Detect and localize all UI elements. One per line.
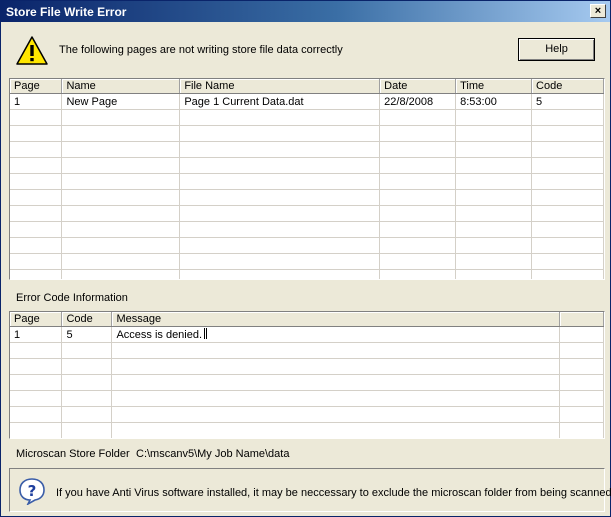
column-header-name[interactable]: Name xyxy=(61,79,181,94)
cell-name[interactable]: New Page xyxy=(61,93,181,110)
empty-row xyxy=(10,374,604,391)
column-header-code[interactable]: Code xyxy=(531,79,604,94)
table-row[interactable]: 1 New Page Page 1 Current Data.dat 22/8/… xyxy=(10,93,604,110)
error-section-label: Error Code Information xyxy=(16,292,128,304)
empty-row xyxy=(10,205,604,222)
empty-row xyxy=(10,125,604,142)
pages-table-header: Page Name File Name Date Time Code xyxy=(10,79,604,94)
cell-code[interactable]: 5 xyxy=(531,93,604,110)
column-header-message[interactable]: Message xyxy=(111,312,561,327)
empty-row xyxy=(10,422,604,438)
store-folder-label: Microscan Store Folder xyxy=(16,448,130,460)
column-header-date[interactable]: Date xyxy=(379,79,457,94)
info-text: If you have Anti Virus software installe… xyxy=(56,487,611,499)
column-header-time[interactable]: Time xyxy=(455,79,533,94)
cell-page[interactable]: 1 xyxy=(10,93,63,110)
close-button[interactable]: × xyxy=(590,4,606,18)
dialog-window: Store File Write Error × The following p… xyxy=(0,0,611,517)
cell-time[interactable]: 8:53:00 xyxy=(455,93,533,110)
column-header-code[interactable]: Code xyxy=(61,312,113,327)
column-header-filler xyxy=(559,312,604,327)
column-header-page[interactable]: Page xyxy=(10,312,63,327)
info-panel: ? If you have Anti Virus software instal… xyxy=(9,468,611,512)
empty-row xyxy=(10,253,604,270)
column-header-page[interactable]: Page xyxy=(10,79,63,94)
column-header-file-name[interactable]: File Name xyxy=(179,79,381,94)
cell-code[interactable]: 5 xyxy=(61,326,113,343)
header-message: The following pages are not writing stor… xyxy=(59,44,343,56)
message-text: Access is denied. xyxy=(116,329,203,341)
cell-file-name[interactable]: Page 1 Current Data.dat xyxy=(179,93,381,110)
svg-text:?: ? xyxy=(28,482,37,500)
text-cursor xyxy=(204,328,206,339)
title-bar[interactable]: Store File Write Error × xyxy=(1,1,610,22)
question-icon: ? xyxy=(19,478,45,505)
empty-row xyxy=(10,269,604,279)
error-table-header: Page Code Message xyxy=(10,312,604,327)
empty-row xyxy=(10,189,604,206)
empty-row xyxy=(10,173,604,190)
empty-row xyxy=(10,358,604,375)
empty-row xyxy=(10,141,604,158)
error-code-table[interactable]: Page Code Message 1 5 Access is denied. xyxy=(9,311,605,439)
empty-row xyxy=(10,109,604,126)
empty-row xyxy=(10,221,604,238)
empty-row xyxy=(10,157,604,174)
empty-row xyxy=(10,342,604,359)
cell-date[interactable]: 22/8/2008 xyxy=(379,93,457,110)
empty-row xyxy=(10,390,604,407)
empty-row xyxy=(10,237,604,254)
empty-row xyxy=(10,406,604,423)
table-row[interactable]: 1 5 Access is denied. xyxy=(10,326,604,343)
window-title: Store File Write Error xyxy=(6,5,127,19)
cell-message[interactable]: Access is denied. xyxy=(111,326,561,343)
warning-icon xyxy=(16,36,48,65)
help-button[interactable]: Help xyxy=(518,38,595,61)
cell-page[interactable]: 1 xyxy=(10,326,63,343)
store-folder-path: C:\mscanv5\My Job Name\data xyxy=(136,448,290,460)
pages-table[interactable]: Page Name File Name Date Time Code 1 New… xyxy=(9,78,605,280)
